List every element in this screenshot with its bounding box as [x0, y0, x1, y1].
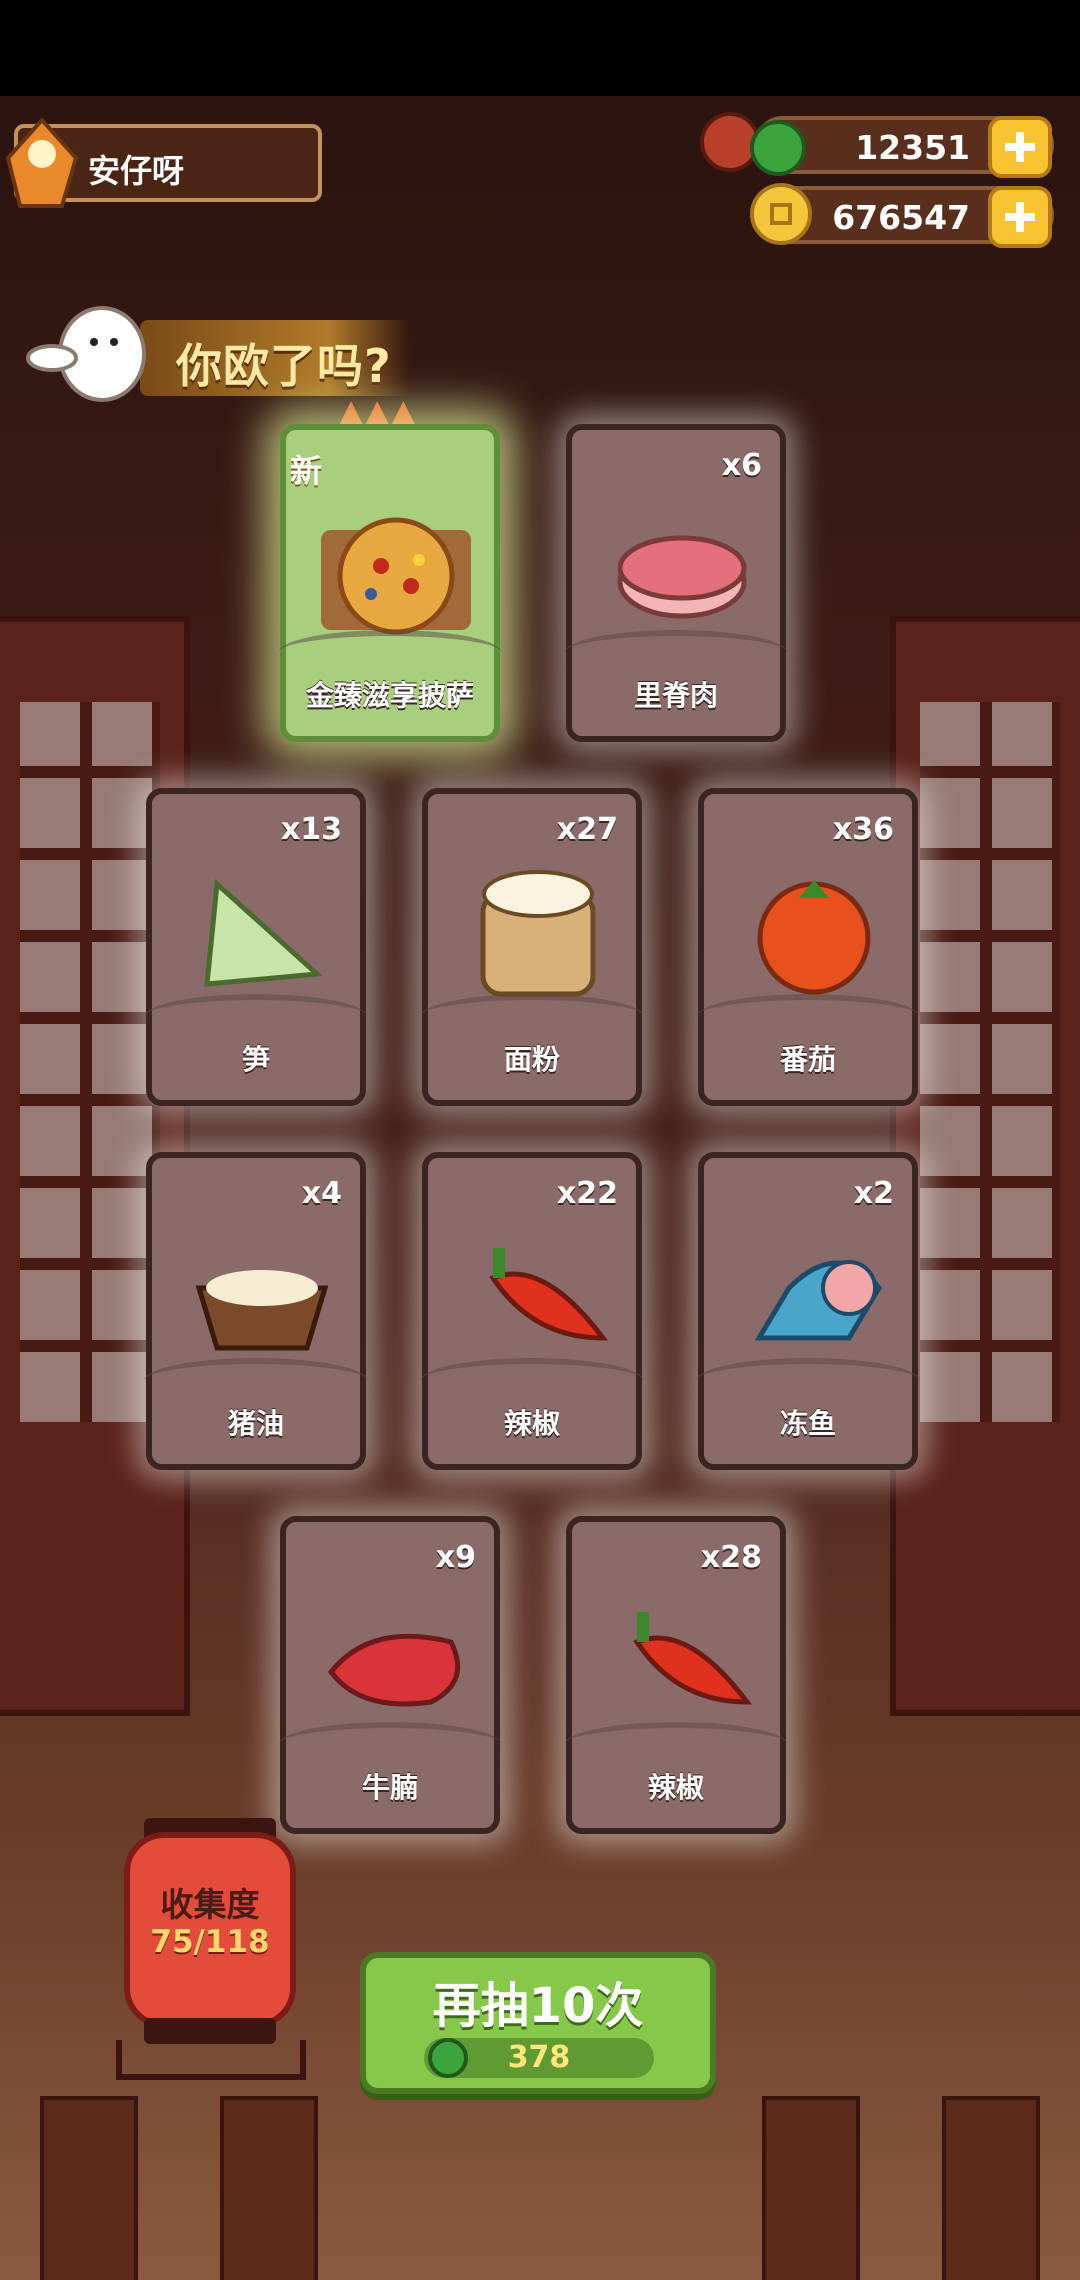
coin-value: 676547	[832, 198, 970, 237]
card-count: x2	[853, 1176, 894, 1211]
card-count: x4	[301, 1176, 342, 1211]
flour-sack-icon	[480, 870, 596, 997]
chili-pepper-icon	[489, 1248, 609, 1341]
new-badge: 新	[290, 452, 323, 490]
beef-brisket-icon	[327, 1633, 461, 1707]
card-count: x36	[832, 812, 894, 847]
player-name: 安仔呀	[88, 152, 185, 190]
jade-coin-icon	[428, 2038, 468, 2078]
card-count: x9	[435, 1540, 476, 1575]
bamboo-shoot-icon	[204, 878, 323, 987]
card-label: 笋	[241, 1043, 270, 1076]
gem-value: 12351	[855, 128, 970, 167]
lard-bowl-icon	[195, 1270, 329, 1351]
card-label: 里脊肉	[633, 679, 718, 712]
frozen-fish-icon	[754, 1260, 883, 1341]
fence-post	[942, 2096, 1040, 2280]
card-count: x13	[280, 812, 342, 847]
lantern-stand	[116, 2040, 306, 2080]
chef-avatar-icon[interactable]	[6, 118, 78, 208]
draw-again-label: 再抽10次	[432, 1978, 644, 2034]
result-card[interactable]: x27 面粉	[420, 788, 644, 1106]
card-label: 辣椒	[647, 1771, 704, 1804]
fence-post	[220, 2096, 318, 2280]
card-label: 牛腩	[361, 1771, 418, 1804]
add-coins-button[interactable]	[988, 186, 1052, 248]
gold-coin-icon	[750, 183, 812, 245]
banner-title: 你欧了吗?	[176, 339, 392, 393]
card-label: 辣椒	[503, 1407, 560, 1440]
right-window-wall	[890, 616, 1080, 1716]
tomato-icon	[757, 880, 871, 995]
pork-loin-icon	[617, 535, 747, 619]
result-card[interactable]: x28 辣椒	[564, 1516, 788, 1834]
card-count: x6	[721, 448, 762, 483]
result-card[interactable]: x36 番茄	[696, 788, 920, 1106]
collection-progress: 75/118	[150, 1924, 270, 1960]
add-gems-button[interactable]	[988, 116, 1052, 178]
card-count: x22	[556, 1176, 618, 1211]
result-card[interactable]: x2 冻鱼	[696, 1152, 920, 1470]
result-card[interactable]: x9 牛腩	[278, 1516, 502, 1834]
chili-pepper-icon	[633, 1612, 753, 1705]
status-bar	[0, 0, 1080, 96]
collection-title: 收集度	[160, 1885, 260, 1924]
fence-post	[762, 2096, 860, 2280]
card-label: 冻鱼	[779, 1407, 836, 1440]
result-card[interactable]: x4 猪油	[144, 1152, 368, 1470]
card-label: 面粉	[503, 1043, 560, 1076]
pizza-icon	[321, 517, 471, 635]
card-label: 猪油	[227, 1407, 284, 1440]
bird-mascot-icon	[26, 306, 146, 402]
card-count: x28	[700, 1540, 762, 1575]
card-label: 番茄	[779, 1043, 836, 1076]
result-card[interactable]: x13 笋	[144, 788, 368, 1106]
collection-lantern[interactable]: 收集度 75/118	[124, 1832, 296, 2028]
result-card[interactable]: x22 辣椒	[420, 1152, 644, 1470]
card-count: x27	[556, 812, 618, 847]
result-card[interactable]: x6 里脊肉	[564, 424, 788, 742]
jade-coin-icon	[700, 112, 806, 176]
fence-post	[40, 2096, 138, 2280]
draw-again-button[interactable]: 再抽10次 378	[360, 1952, 716, 2094]
card-label: 金臻滋享披萨	[305, 679, 474, 712]
